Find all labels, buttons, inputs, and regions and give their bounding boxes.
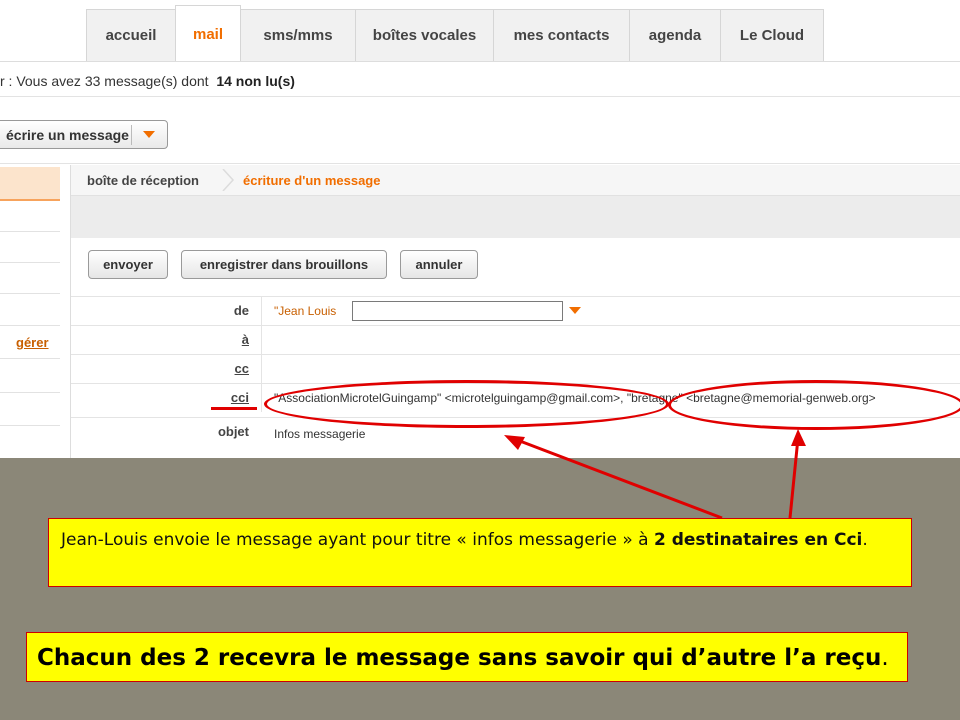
conclusion-end: . <box>881 645 889 671</box>
arrow-head-icon <box>504 435 525 450</box>
arrow-head-icon <box>791 429 806 446</box>
annotation-arrows <box>504 429 806 520</box>
arrow-to-recipient-1 <box>511 436 723 520</box>
note-end: . <box>862 530 868 550</box>
arrow-to-recipient-2 <box>788 437 800 519</box>
annotation-note: Jean-Louis envoie le message ayant pour … <box>48 518 912 587</box>
conclusion-note: Chacun des 2 recevra le message sans sav… <box>26 632 908 682</box>
conclusion-text: Chacun des 2 recevra le message sans sav… <box>37 645 882 671</box>
note-text: Jean-Louis envoie le message ayant pour … <box>61 530 654 550</box>
note-emphasis: 2 destinataires en Cci <box>653 530 863 550</box>
